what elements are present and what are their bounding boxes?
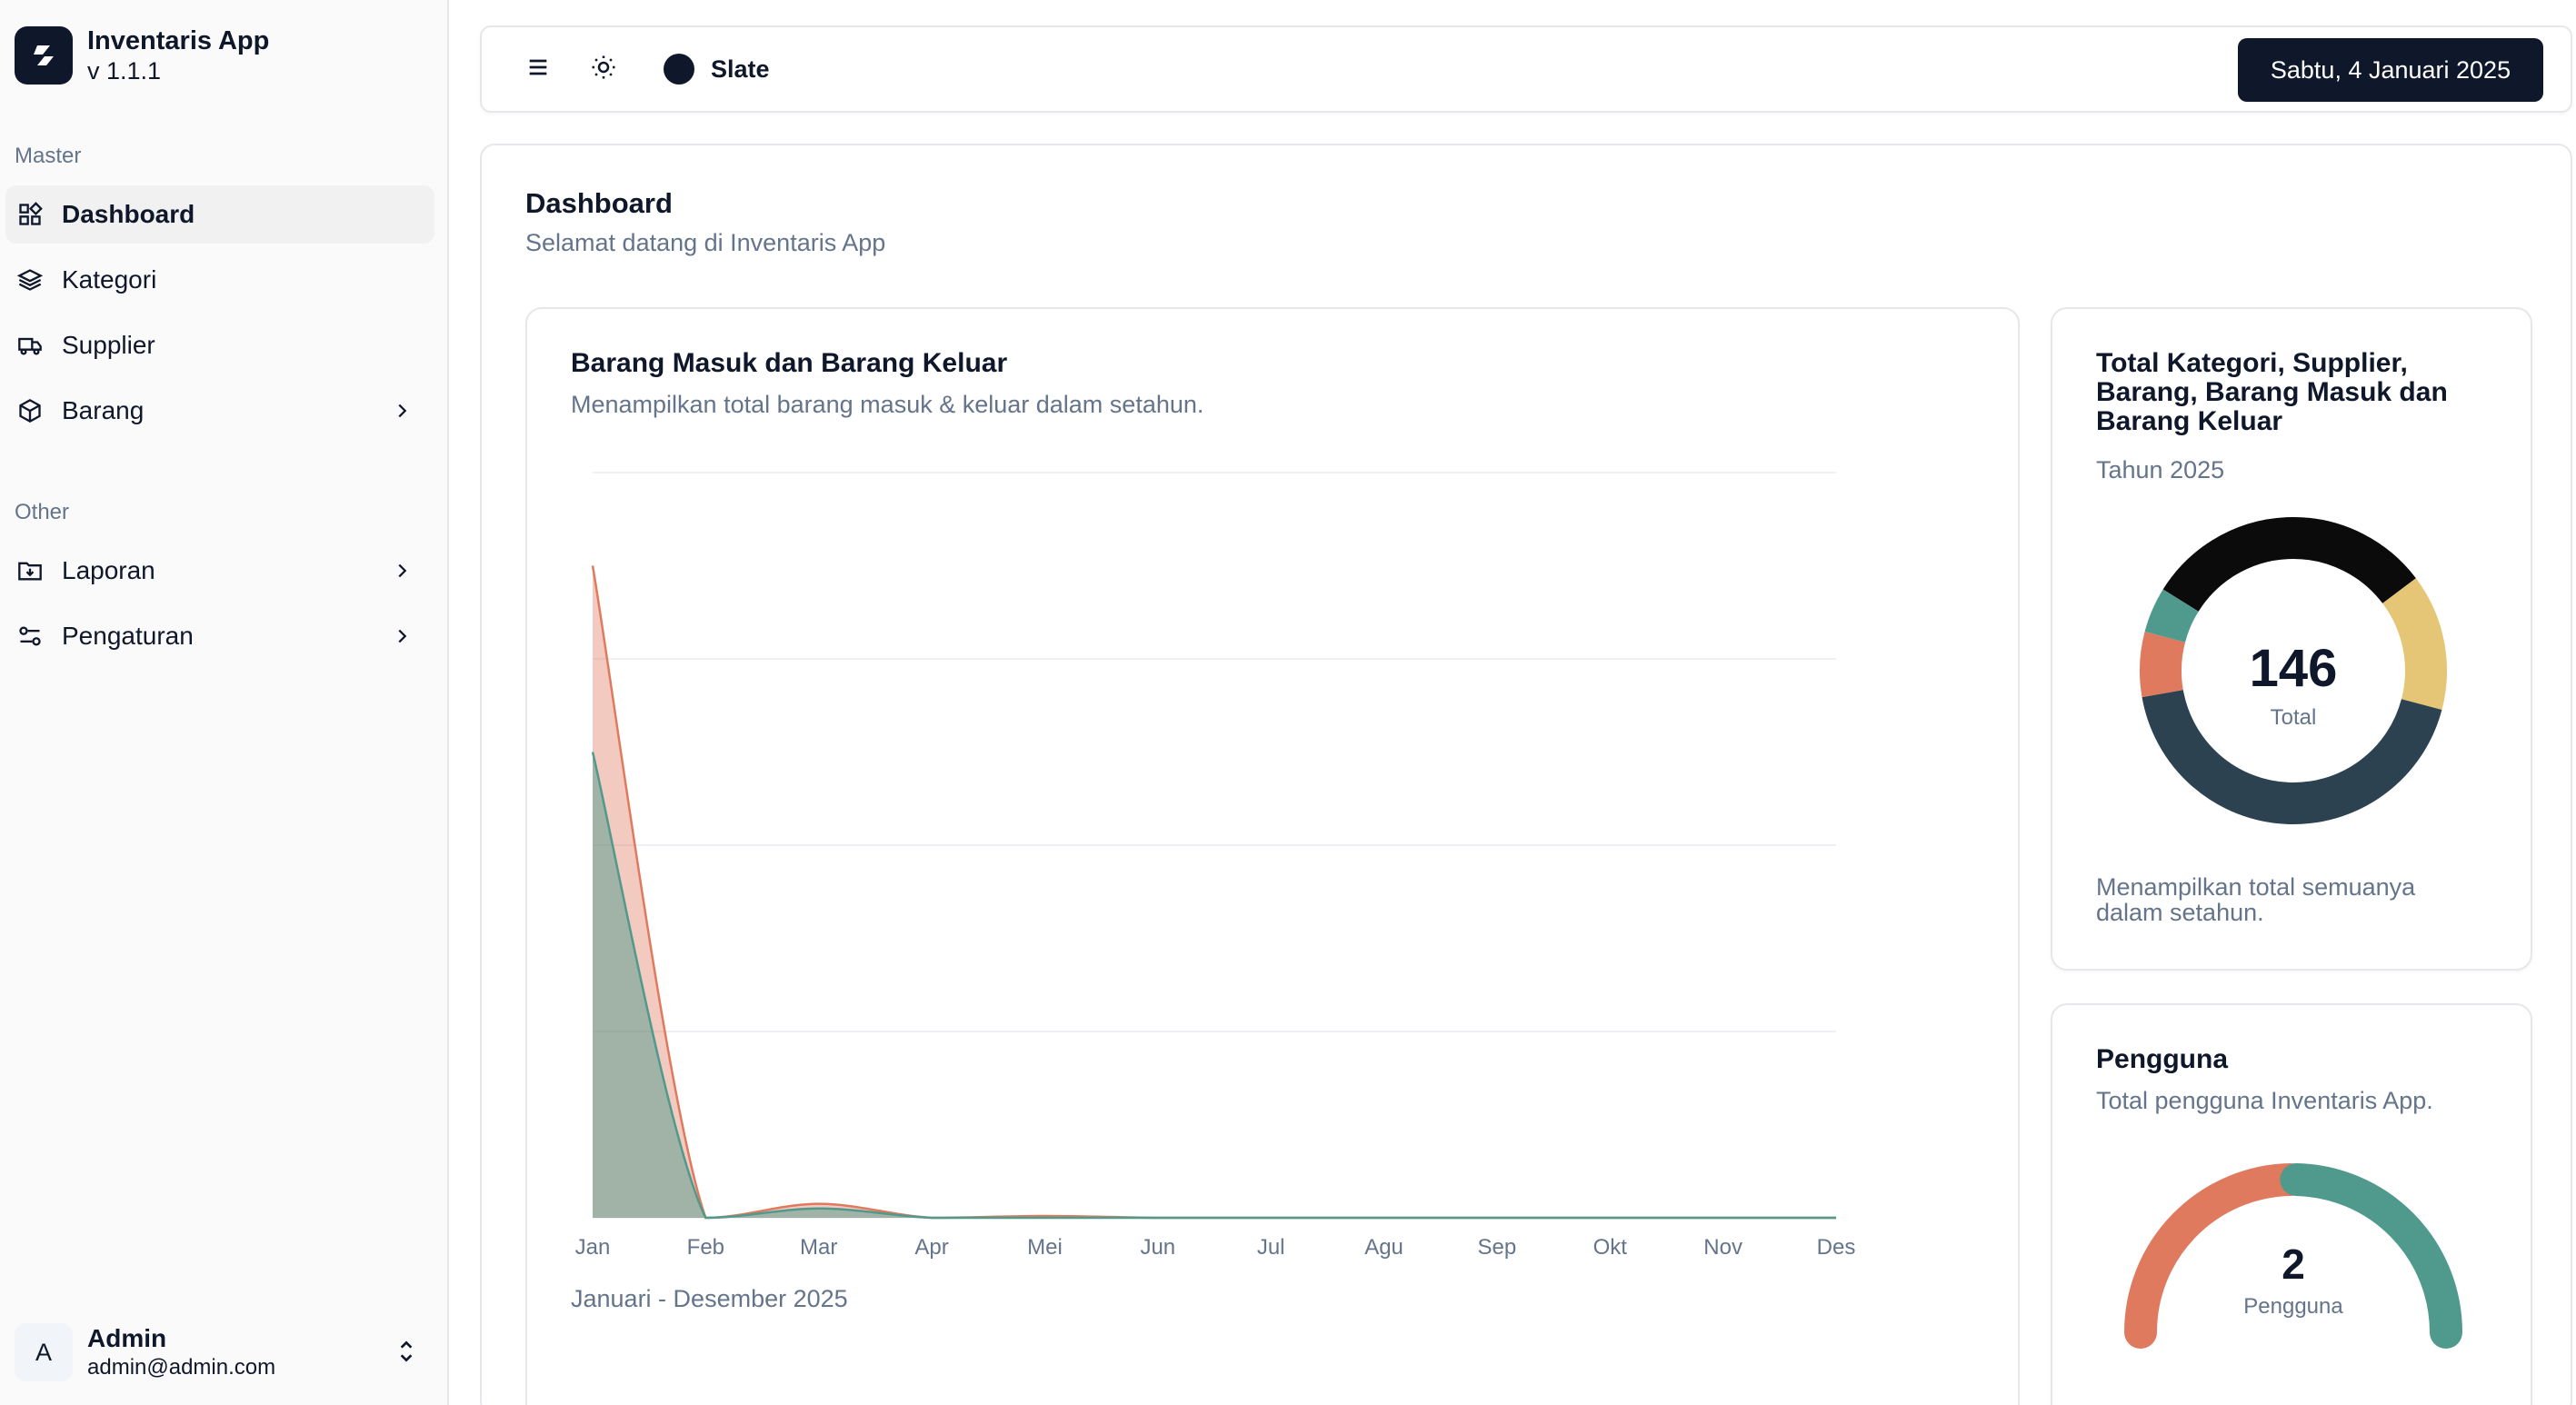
folder-download-icon — [15, 555, 45, 586]
settings-sliders-icon — [15, 621, 45, 652]
sidebar-item-kategori[interactable]: Kategori — [5, 251, 434, 309]
series-masuk-area — [593, 565, 1836, 1218]
menu-toggle-button[interactable] — [520, 51, 556, 87]
donut-total-label: Total — [2270, 705, 2317, 730]
series-keluar-area — [593, 752, 1836, 1218]
x-tick-label: Apr — [914, 1235, 948, 1260]
sidebar-item-label: Barang — [62, 396, 145, 424]
x-tick-label: Sep — [1478, 1235, 1517, 1260]
topbar: Slate Sabtu, 4 Januari 2025 — [480, 25, 2572, 113]
x-tick-label: Jun — [1140, 1235, 1175, 1260]
sidebar-item-dashboard[interactable]: Dashboard — [5, 185, 434, 244]
series-masuk-line — [591, 565, 1836, 1220]
page-title: Dashboard — [525, 187, 673, 219]
card-title: Pengguna — [2096, 1044, 2229, 1074]
page-subtitle: Selamat datang di Inventaris App — [525, 229, 886, 256]
theme-color-select[interactable]: Slate — [664, 49, 770, 89]
sidebar: Inventaris App v 1.1.1 Master Dashboard … — [0, 0, 449, 1405]
sidebar-item-label: Supplier — [62, 331, 155, 359]
app-name: Inventaris App — [87, 26, 270, 55]
donut-total-value: 146 — [2249, 639, 2338, 698]
chevron-right-icon — [387, 556, 416, 585]
chevron-right-icon — [387, 396, 416, 425]
theme-mode-button[interactable] — [585, 51, 622, 87]
brand[interactable]: Inventaris App v 1.1.1 — [15, 25, 269, 85]
card-subtitle: Tahun 2025 — [2096, 456, 2225, 483]
donut-chart-card: Total Kategori, Supplier, Barang, Barang… — [2051, 307, 2532, 971]
card-footer: Menampilkan total semuanya dalam setahun… — [2096, 873, 2416, 926]
x-tick-label: Mei — [1027, 1235, 1063, 1260]
theme-color-swatch — [664, 54, 694, 85]
area-chart: Jan Feb Mar Apr Mei Jun Jul Agu Sep Okt Nov Des — [575, 472, 1856, 1260]
gauge-value: 2 — [2281, 1241, 2305, 1288]
x-tick-label: Jul — [1257, 1235, 1285, 1260]
card-subtitle: Total pengguna Inventaris App. — [2096, 1087, 2433, 1114]
sun-icon — [590, 54, 617, 85]
series-keluar-line — [591, 752, 1836, 1220]
sidebar-item-supplier[interactable]: Supplier — [5, 316, 434, 374]
main-content: Dashboard Selamat datang di Inventaris A… — [480, 144, 2572, 1405]
hamburger-icon — [525, 55, 551, 85]
x-tick-label: Agu — [1364, 1235, 1403, 1260]
sidebar-item-barang[interactable]: Barang — [5, 382, 434, 440]
truck-icon — [15, 330, 45, 361]
layers-icon — [15, 264, 45, 295]
avatar: A — [15, 1323, 73, 1381]
donut-slice-5 — [2144, 589, 2200, 643]
group-label-other: Other — [15, 500, 70, 524]
x-tick-label: Mar — [800, 1235, 837, 1260]
app-logo-icon — [15, 26, 73, 85]
sidebar-item-label: Dashboard — [62, 200, 195, 228]
area-chart-card: Barang Masuk dan Barang Keluar Menampilk… — [525, 307, 2020, 1405]
sidebar-item-label: Laporan — [62, 556, 155, 584]
app-version: v 1.1.1 — [87, 57, 162, 85]
x-tick-label: Des — [1817, 1235, 1856, 1260]
theme-color-label: Slate — [711, 55, 770, 83]
user-menu[interactable]: A Admin admin@admin.com — [15, 1318, 434, 1387]
sidebar-item-laporan[interactable]: Laporan — [5, 542, 434, 600]
user-email: admin@admin.com — [87, 1355, 276, 1380]
chart-footer: Januari - Desember 2025 — [571, 1285, 848, 1312]
sidebar-item-pengaturan[interactable]: Pengaturan — [5, 607, 434, 665]
group-label-master: Master — [15, 144, 82, 168]
users-gauge-card: Pengguna Total pengguna Inventaris App. … — [2051, 1003, 2532, 1405]
x-tick-label: Nov — [1703, 1235, 1742, 1260]
x-tick-label: Jan — [575, 1235, 611, 1260]
user-name: Admin — [87, 1324, 167, 1352]
sidebar-item-label: Kategori — [62, 265, 157, 294]
x-tick-label: Feb — [687, 1235, 724, 1260]
x-tick-label: Okt — [1593, 1235, 1628, 1260]
chevrons-up-down-icon — [394, 1338, 418, 1370]
sidebar-item-label: Pengaturan — [62, 622, 194, 650]
card-title: Total Kategori, Supplier, Barang, Barang… — [2096, 348, 2448, 436]
chevron-right-icon — [387, 622, 416, 651]
donut-slice-1 — [2162, 517, 2416, 613]
package-icon — [15, 395, 45, 426]
gauge-label: Pengguna — [2243, 1294, 2343, 1319]
date-button[interactable]: Sabtu, 4 Januari 2025 — [2238, 38, 2543, 102]
dashboard-icon — [15, 199, 45, 230]
